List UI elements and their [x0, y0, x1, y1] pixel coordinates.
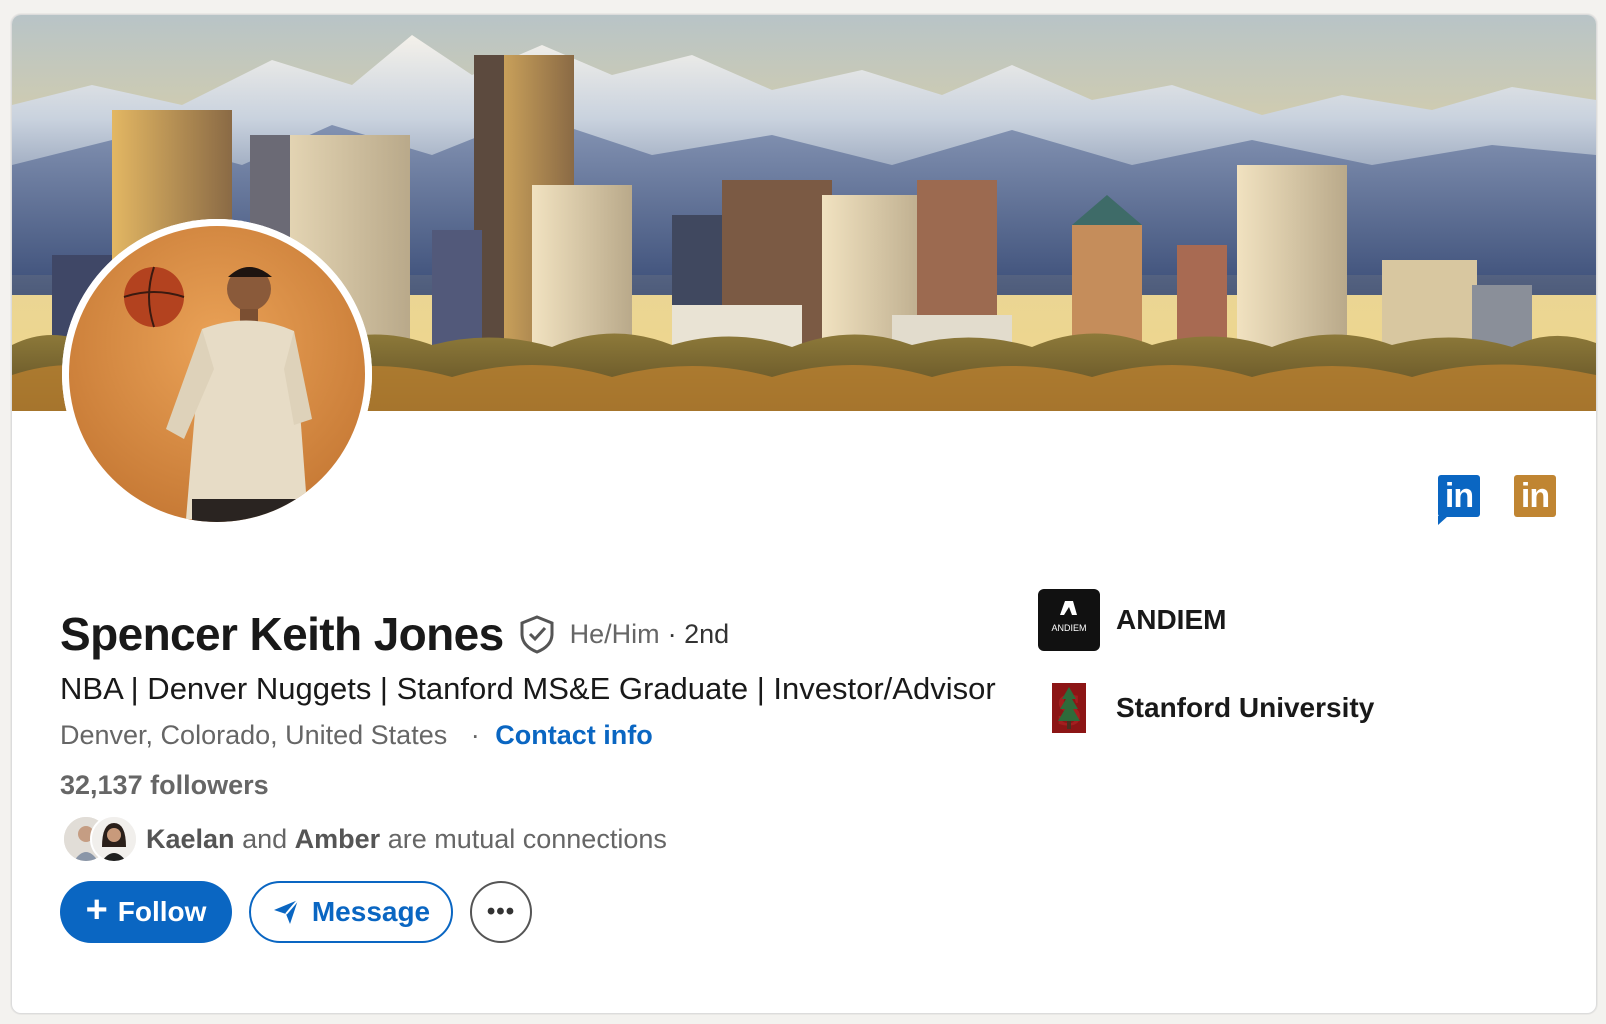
- follow-button[interactable]: + Follow: [60, 881, 232, 943]
- profile-headline: NBA | Denver Nuggets | Stanford MS&E Gra…: [60, 671, 996, 706]
- linkedin-icon[interactable]: in: [1438, 475, 1480, 525]
- mutual-name-1[interactable]: Kaelan: [146, 824, 235, 854]
- location: Denver, Colorado, United States: [60, 720, 448, 750]
- verified-shield-icon[interactable]: [518, 614, 556, 654]
- mutual-suffix: are mutual connections: [387, 823, 667, 854]
- andiem-logo-text: ANDIEM: [1051, 623, 1086, 633]
- message-label: Message: [311, 896, 431, 927]
- contact-info-link[interactable]: Contact info: [495, 720, 652, 750]
- school-name: Stanford University: [1116, 692, 1375, 723]
- name-row: Spencer Keith Jones He/Him · 2nd: [60, 607, 729, 661]
- send-icon: [273, 899, 299, 924]
- education-school[interactable]: S Stanford University: [1038, 677, 1374, 739]
- andiem-logo: ANDIEM: [1038, 589, 1100, 651]
- mutual-name-2[interactable]: Amber: [295, 824, 381, 854]
- profile-card: in in Spencer Keith Jones He/Him · 2nd N…: [11, 14, 1597, 1014]
- mutual-connections-text: Kaelan and Amber are mutual connections: [146, 824, 667, 855]
- pronouns: He/Him: [569, 618, 660, 649]
- profile-photo[interactable]: [62, 219, 372, 529]
- mutual-avatars: [62, 815, 138, 863]
- profile-name: Spencer Keith Jones: [60, 608, 504, 660]
- separator-dot: ·: [470, 720, 480, 750]
- profile-actions: + Follow Message •••: [60, 881, 532, 943]
- followers-count[interactable]: 32,137 followers: [60, 770, 269, 801]
- current-company[interactable]: ANDIEM ANDIEM: [1038, 589, 1226, 651]
- follow-label: Follow: [117, 896, 207, 927]
- company-name: ANDIEM: [1116, 604, 1227, 635]
- profile-badges: in in: [1438, 475, 1556, 525]
- linkedin-premium-icon[interactable]: in: [1514, 475, 1556, 517]
- avatar-amber: [90, 815, 138, 863]
- plus-icon: +: [85, 889, 108, 931]
- message-button[interactable]: Message: [249, 881, 453, 943]
- mutual-and: and: [242, 823, 288, 854]
- more-dots-icon: •••: [486, 898, 516, 925]
- mutual-connections[interactable]: Kaelan and Amber are mutual connections: [62, 815, 667, 863]
- more-actions-button[interactable]: •••: [470, 881, 532, 943]
- stanford-logo: S: [1038, 677, 1100, 739]
- connection-degree: · 2nd: [667, 618, 730, 649]
- location-row: Denver, Colorado, United States · Contac…: [60, 720, 653, 751]
